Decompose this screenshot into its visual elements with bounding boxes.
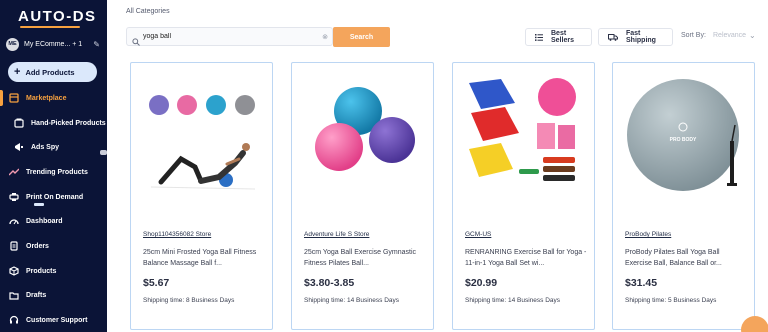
best-sellers-label: Best Sellers: [551, 30, 574, 44]
list-icon: [535, 33, 543, 41]
sidebar-item-marketplace[interactable]: Marketplace: [0, 90, 107, 106]
product-price: $20.99: [465, 277, 498, 289]
product-store-link[interactable]: Adventure Life S Store: [304, 231, 369, 238]
product-price: $3.80-3.85: [304, 277, 355, 289]
sidebar-item-label: Print On Demand: [26, 193, 84, 201]
store-selector[interactable]: ME My EComme... + 1 ✎: [6, 37, 104, 51]
sidebar-item-trending-products[interactable]: Trending Products: [0, 164, 107, 180]
product-store-link[interactable]: GCM-US: [465, 231, 491, 238]
product-card[interactable]: GCM-US RENRANRING Exercise Ball for Yoga…: [452, 62, 595, 330]
headset-icon: [9, 315, 19, 325]
trending-icon: [9, 167, 19, 177]
sidebar-item-products[interactable]: Products: [0, 263, 107, 279]
megaphone-icon: [14, 142, 24, 152]
sidebar-item-ads-spy[interactable]: Ads Spy: [0, 139, 107, 155]
product-title[interactable]: 25cm Mini Frosted Yoga Ball Fitness Bala…: [143, 247, 265, 269]
product-shipping: Shipping time: 14 Business Days: [304, 297, 400, 304]
print-on-demand-underline: [34, 203, 44, 206]
product-title[interactable]: ProBody Pilates Ball Yoga Ball Exercise …: [625, 247, 747, 269]
pencil-icon[interactable]: ✎: [93, 40, 100, 49]
sidebar-item-customer-support[interactable]: Customer Support: [0, 312, 107, 328]
sidebar-item-hand-picked-products[interactable]: Hand-Picked Products: [0, 115, 107, 131]
gauge-icon: [9, 216, 19, 226]
store-name: My EComme... + 1: [24, 40, 83, 48]
sidebar-item-label: Hand-Picked Products: [31, 119, 106, 127]
product-store-link[interactable]: ProBody Pilates: [625, 231, 671, 238]
product-card[interactable]: PRO BODY ProBody Pilates ProBody Pilates…: [612, 62, 755, 330]
fast-shipping-filter[interactable]: Fast Shipping: [598, 28, 673, 46]
chevron-down-icon[interactable]: ⌄: [749, 31, 756, 40]
product-shipping: Shipping time: 5 Business Days: [625, 297, 717, 304]
product-shipping: Shipping time: 14 Business Days: [465, 297, 561, 304]
printer-icon: [9, 192, 19, 202]
sort-by-select[interactable]: Relevance: [713, 32, 746, 39]
autods-logo[interactable]: AUTO-DS: [18, 8, 97, 25]
sidebar: AUTO-DS ME My EComme... + 1 ✎ + Add Prod…: [0, 0, 107, 332]
sidebar-item-label: Orders: [26, 242, 49, 250]
product-title[interactable]: 25cm Yoga Ball Exercise Gymnastic Fitnes…: [304, 247, 426, 269]
search-button[interactable]: Search: [333, 27, 390, 47]
product-image[interactable]: [465, 77, 583, 195]
breadcrumb[interactable]: All Categories: [126, 8, 170, 15]
sidebar-item-dashboard[interactable]: Dashboard: [0, 213, 107, 229]
sidebar-item-drafts[interactable]: Drafts: [0, 287, 107, 303]
box-icon: [9, 266, 19, 276]
sidebar-item-label: Customer Support: [26, 316, 88, 324]
product-title[interactable]: RENRANRING Exercise Ball for Yoga - 11-i…: [465, 247, 587, 269]
sidebar-item-label: Dashboard: [26, 217, 63, 225]
product-shipping: Shipping time: 8 Business Days: [143, 297, 235, 304]
fast-shipping-label: Fast Shipping: [626, 30, 656, 44]
storefront-icon: [9, 93, 19, 103]
sidebar-scroll-handle[interactable]: [100, 150, 107, 155]
product-card[interactable]: Shop1104356082 Store 25cm Mini Frosted Y…: [130, 62, 273, 330]
hand-picked-icon: [14, 118, 24, 128]
product-image[interactable]: [304, 77, 422, 195]
chat-bubble-icon[interactable]: [741, 316, 768, 332]
product-price: $31.45: [625, 277, 658, 289]
product-image[interactable]: PRO BODY: [625, 77, 743, 195]
sort-by-label: Sort By:: [681, 32, 706, 39]
add-products-label: Add Products: [25, 67, 75, 77]
sidebar-item-label: Drafts: [26, 291, 47, 299]
add-products-button[interactable]: + Add Products: [8, 62, 97, 82]
truck-icon: [608, 33, 618, 41]
search-icon: [132, 33, 140, 46]
sidebar-item-orders[interactable]: Orders: [0, 238, 107, 254]
product-image[interactable]: [143, 77, 261, 195]
product-price: $5.67: [143, 277, 170, 289]
sidebar-item-label: Ads Spy: [31, 143, 60, 151]
search-input[interactable]: [143, 33, 313, 40]
sidebar-item-label: Products: [26, 267, 57, 275]
search-field[interactable]: ⊗: [126, 27, 333, 46]
probody-brand-text: PRO BODY: [670, 137, 697, 143]
clear-icon[interactable]: ⊗: [322, 33, 328, 41]
orders-icon: [9, 241, 19, 251]
sidebar-item-label: Marketplace: [26, 94, 67, 102]
store-avatar: ME: [6, 37, 19, 51]
best-sellers-filter[interactable]: Best Sellers: [525, 28, 592, 46]
sidebar-item-print-on-demand[interactable]: Print On Demand: [0, 189, 107, 205]
product-card[interactable]: Adventure Life S Store 25cm Yoga Ball Ex…: [291, 62, 434, 330]
drafts-icon: [9, 290, 19, 300]
product-store-link[interactable]: Shop1104356082 Store: [143, 231, 211, 238]
plus-icon: +: [14, 66, 21, 78]
sidebar-item-label: Trending Products: [26, 168, 88, 176]
logo-underline: [20, 26, 80, 28]
